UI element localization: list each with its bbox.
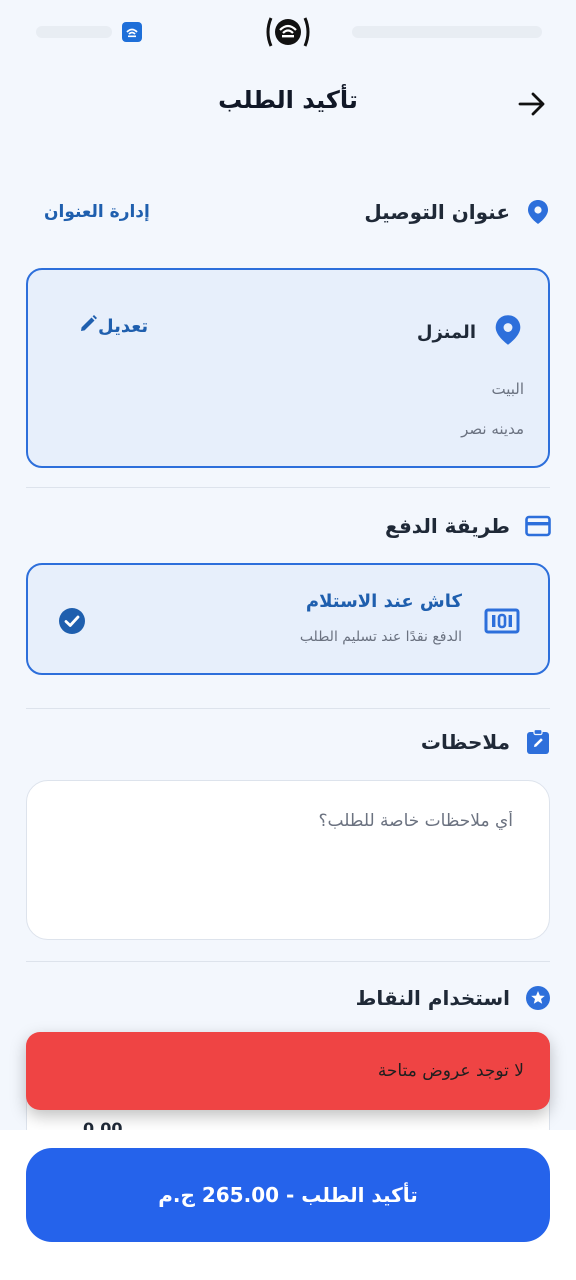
page-title: تأكيد الطلب <box>218 86 358 114</box>
star-icon <box>524 984 552 1012</box>
points-title: استخدام النقاط <box>355 986 510 1010</box>
notes-section-header: ملاحظات <box>24 722 552 762</box>
address-name: المنزل <box>416 321 476 343</box>
location-pin-icon <box>494 314 522 350</box>
delivery-section-header: عنوان التوصيل إدارة العنوان <box>24 192 552 232</box>
credit-card-icon <box>524 512 552 540</box>
app-notification-icon <box>122 22 142 42</box>
status-icons <box>352 26 542 38</box>
notes-input[interactable] <box>47 811 513 911</box>
notes-box <box>26 780 550 940</box>
address-name-row: المنزل <box>417 314 522 350</box>
status-bar <box>0 0 576 64</box>
back-button[interactable] <box>514 86 550 122</box>
address-line-1: البيت <box>491 380 524 398</box>
payment-title: طريقة الدفع <box>385 514 510 538</box>
no-offers-toast: لا توجد عروض متاحة <box>26 1032 550 1110</box>
confirm-order-button[interactable]: تأكيد الطلب - 265.00 ج.م <box>26 1148 550 1242</box>
manage-address-link[interactable]: إدارة العنوان <box>44 202 150 222</box>
payment-method-title: كاش عند الاستلام <box>305 591 462 612</box>
check-circle-icon <box>58 607 86 635</box>
status-time <box>36 26 112 38</box>
note-edit-icon <box>524 728 552 756</box>
toast-message: لا توجد عروض متاحة <box>377 1061 524 1081</box>
cash-icon <box>484 603 520 639</box>
edit-address-button[interactable]: تعديل <box>78 314 160 338</box>
location-pin-icon <box>524 198 552 226</box>
payment-section-header: طريقة الدفع <box>24 506 552 546</box>
arrow-right-icon <box>518 92 545 116</box>
app-header: تأكيد الطلب <box>0 64 576 140</box>
delivery-title: عنوان التوصيل <box>364 200 510 224</box>
notes-title: ملاحظات <box>420 730 510 754</box>
hotspot-indicator-icon <box>262 14 314 50</box>
payment-method-card[interactable]: كاش عند الاستلام الدفع نقدًا عند تسليم ا… <box>26 563 550 675</box>
divider <box>26 487 550 488</box>
edit-label: تعديل <box>98 315 149 337</box>
points-section-header: استخدام النقاط <box>24 978 552 1018</box>
address-card[interactable]: المنزل تعديل البيت مدينه نصر <box>26 268 550 468</box>
divider <box>26 708 550 709</box>
payment-method-subtitle: الدفع نقدًا عند تسليم الطلب <box>299 629 462 645</box>
pencil-icon <box>78 314 98 338</box>
bottom-bar: تأكيد الطلب - 265.00 ج.م <box>0 1130 576 1280</box>
divider <box>26 961 550 962</box>
address-line-2: مدينه نصر <box>461 420 524 438</box>
